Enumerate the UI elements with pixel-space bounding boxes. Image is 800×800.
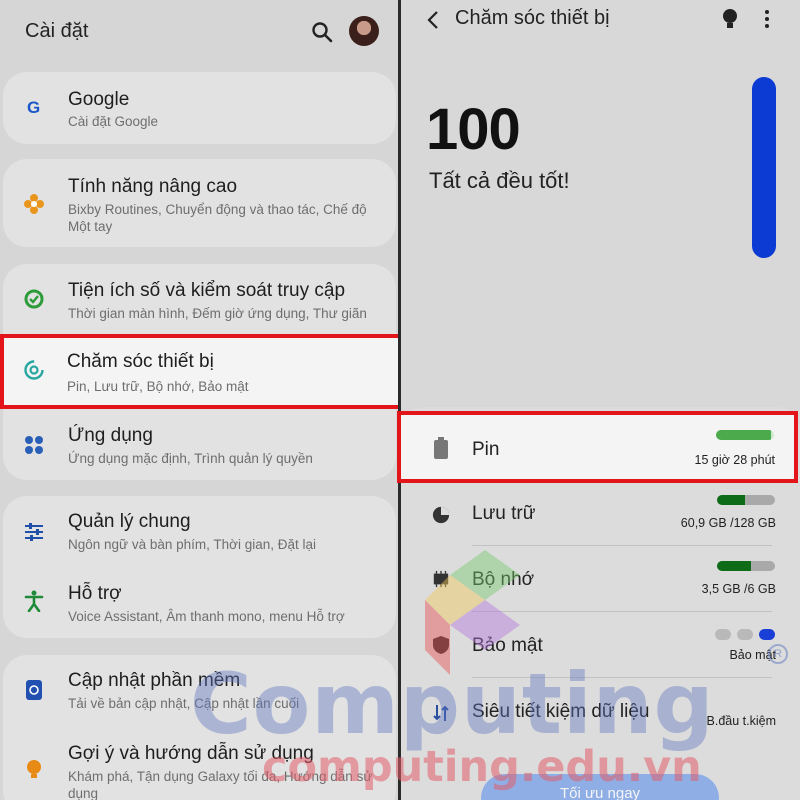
settings-item-subtitle: Thời gian màn hình, Đếm giờ ứng dụng, Th… [68,306,367,321]
settings-item-title: Hỗ trợ [68,583,122,604]
care-item-battery[interactable]: Pin 15 giờ 28 phút [397,411,798,483]
settings-item-subtitle: Voice Assistant, Âm thanh mono, menu Hỗ … [68,609,345,624]
digital-wellbeing-icon [23,288,45,310]
settings-item-digital-wellbeing[interactable]: Tiện ích số và kiểm soát truy cập Thời g… [3,264,396,334]
settings-item-title: Chăm sóc thiết bị [67,351,214,372]
google-icon: G [23,96,45,118]
settings-card-advanced: Tính năng nâng cao Bixby Routines, Chuyể… [3,159,396,247]
score-gauge [752,77,776,258]
care-item-storage[interactable]: Lưu trữ 60,9 GB /128 GB [401,483,800,545]
care-item-value: 15 giờ 28 phút [694,453,775,467]
settings-item-device-care[interactable]: Chăm sóc thiết bị Pin, Lưu trữ, Bộ nhớ, … [0,334,402,409]
general-management-icon [23,521,45,543]
security-status-dots [715,629,775,640]
advanced-features-icon [23,193,45,215]
settings-item-title: Quản lý chung [68,511,191,532]
settings-item-general-management[interactable]: Quản lý chung Ngôn ngữ và bàn phím, Thời… [3,496,396,568]
svg-text:G: G [27,98,40,117]
page-title: Cài đặt [25,20,89,42]
care-item-value: 60,9 GB /128 GB [680,516,776,530]
device-score: 100 [426,97,521,162]
battery-icon [434,437,448,459]
memory-usage-fill [717,561,751,571]
battery-level-fill [716,430,772,440]
settings-item-apps[interactable]: Ứng dụng Ứng dụng mặc định, Trình quản l… [3,408,396,480]
watermark-site: computing.edu.vn [262,742,702,792]
care-item-label: Pin [472,439,500,460]
care-item-label: Lưu trữ [472,503,536,524]
settings-item-title: Google [68,89,130,110]
settings-item-subtitle: Pin, Lưu trữ, Bộ nhớ, Bảo mật [67,379,249,394]
settings-item-subtitle: Cài đặt Google [68,114,159,129]
search-icon[interactable] [310,20,334,44]
score-status-text: Tất cả đều tốt! [429,168,570,193]
storage-usage-fill [717,495,745,505]
settings-item-advanced-features[interactable]: Tính năng nâng cao Bixby Routines, Chuyể… [3,159,396,247]
settings-item-subtitle: Ứng dụng mặc định, Trình quản lý quyền [68,451,313,466]
care-item-value: B.đầu t.kiệm [706,714,776,728]
memory-usage-bar [717,561,775,571]
settings-item-accessibility[interactable]: Hỗ trợ Voice Assistant, Âm thanh mono, m… [3,568,396,638]
settings-header: Cài đặt [0,0,398,66]
storage-usage-bar [717,495,775,505]
accessibility-icon [23,590,45,612]
back-icon[interactable] [423,8,443,32]
device-care-icon [23,359,45,381]
settings-item-title: Ứng dụng [68,425,153,446]
watermark-brand: Computing [190,655,715,753]
apps-icon [23,434,45,456]
page-title: Chăm sóc thiết bị [455,7,610,29]
storage-icon [432,506,450,524]
more-options-icon[interactable] [760,9,774,29]
watermark-registered-mark: R [768,644,788,664]
settings-card-general: Quản lý chung Ngôn ngữ và bàn phím, Thời… [3,496,396,638]
software-update-icon [23,679,45,701]
settings-item-subtitle: Bixby Routines, Chuyển động và thao tác,… [68,202,367,234]
settings-card-google: G Google Cài đặt Google [3,72,396,144]
care-item-value: 3,5 GB /6 GB [701,582,776,596]
tips-icon [23,759,45,781]
lightbulb-icon[interactable] [720,8,740,30]
settings-item-title: Tiện ích số và kiểm soát truy cập [68,280,346,301]
avatar[interactable] [349,16,379,46]
settings-item-subtitle: Ngôn ngữ và bàn phím, Thời gian, Đặt lại [68,537,317,552]
settings-item-title: Tính năng nâng cao [68,176,238,197]
settings-item-google[interactable]: G Google Cài đặt Google [3,72,396,144]
battery-level-bar [716,430,774,440]
